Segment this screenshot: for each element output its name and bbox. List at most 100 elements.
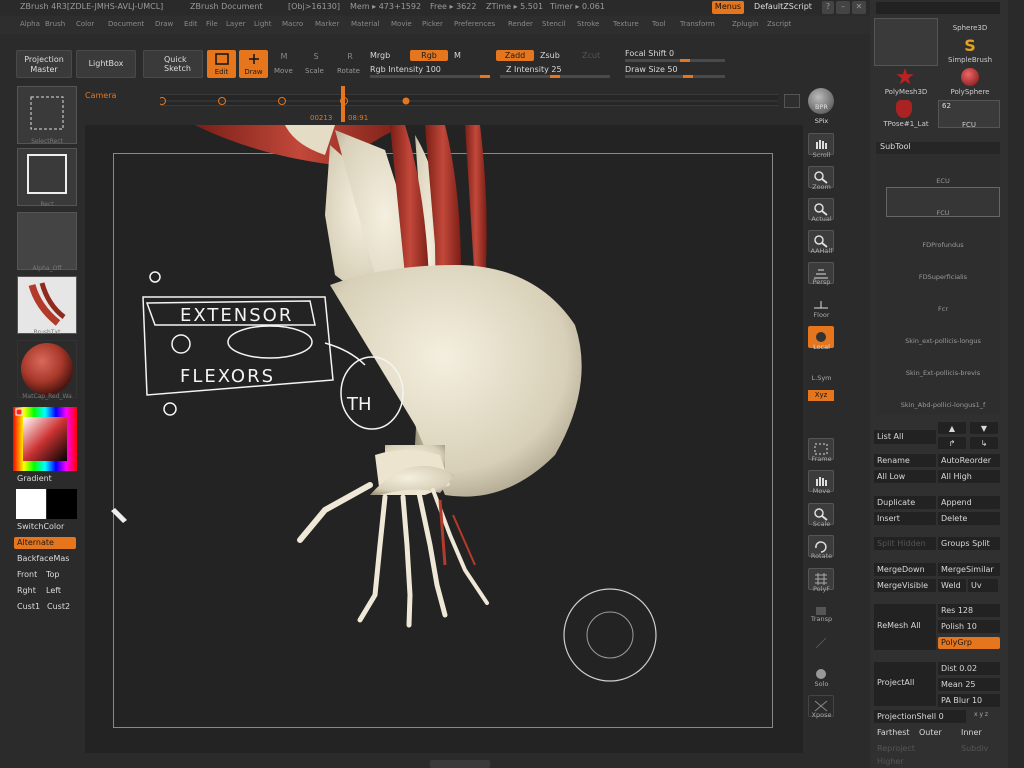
pa-blur-slider[interactable]: PA Blur 10 — [938, 694, 1000, 707]
arrow-up-icon[interactable]: ▲ — [938, 422, 966, 434]
move-icon[interactable]: M — [274, 52, 294, 61]
gradient-label[interactable]: Gradient — [17, 474, 52, 483]
tool-thumb-sphere3d[interactable]: Sphere3D — [940, 24, 1000, 32]
alternate-button[interactable]: Alternate — [14, 537, 76, 549]
dist-slider[interactable]: Dist 0.02 — [938, 662, 1000, 675]
menu-item-texture[interactable]: Texture — [613, 20, 639, 28]
rgb-intensity-slider[interactable] — [370, 75, 490, 78]
menu-item-color[interactable]: Color — [76, 20, 94, 28]
merge-similar-button[interactable]: MergeSimilar — [938, 563, 1000, 576]
menu-item-stencil[interactable]: Stencil — [542, 20, 566, 28]
close-icon[interactable]: ✕ — [852, 1, 866, 14]
scale-button[interactable]: Scale — [305, 67, 324, 75]
custom1-view-button[interactable]: Cust1 — [17, 602, 40, 611]
help-icon[interactable]: ? — [822, 1, 834, 14]
tool-thumb-polymesh3d[interactable]: PolyMesh3D — [874, 88, 938, 96]
subtool-item-fcu[interactable]: FCU — [888, 209, 998, 223]
backface-mask-button[interactable]: BackfaceMas — [17, 554, 69, 563]
menu-item-brush[interactable]: Brush — [45, 20, 65, 28]
project-all-button[interactable]: ProjectAll — [874, 662, 936, 706]
ghost-button[interactable] — [808, 632, 834, 654]
duplicate-button[interactable]: Duplicate — [874, 496, 936, 509]
spix-label[interactable]: SPix — [803, 117, 840, 125]
main-color-swatch[interactable] — [16, 489, 46, 519]
menu-item-material[interactable]: Material — [351, 20, 379, 28]
minimize-icon[interactable]: – — [836, 1, 850, 14]
insert-button[interactable]: Insert — [874, 512, 936, 525]
menu-item-macro[interactable]: Macro — [282, 20, 303, 28]
timeline-track[interactable] — [158, 94, 778, 106]
menu-item-marker[interactable]: Marker — [315, 20, 339, 28]
groups-split-button[interactable]: Groups Split — [938, 537, 1000, 550]
subtool-item-fdprofundus[interactable]: FDProfundus — [888, 241, 998, 255]
xyz-button[interactable]: Xyz — [808, 390, 834, 401]
subtool-item-fcr[interactable]: Fcr — [888, 305, 998, 319]
move-button[interactable]: Move — [274, 67, 293, 75]
split-hidden-button[interactable]: Split Hidden — [874, 537, 936, 550]
brush-texture-thumbnail[interactable] — [17, 276, 77, 334]
material-thumbnail[interactable] — [17, 340, 77, 398]
rotate-icon[interactable]: R — [340, 52, 360, 61]
farthest-button[interactable]: Farthest — [874, 726, 914, 739]
stroke-select-rect-thumbnail[interactable] — [17, 86, 77, 144]
menu-item-picker[interactable]: Picker — [422, 20, 443, 28]
secondary-color-swatch[interactable] — [47, 489, 77, 519]
right-scrollbar[interactable] — [1008, 0, 1024, 768]
focal-shift-slider[interactable] — [625, 59, 725, 62]
arrow-down-icon[interactable]: ▼ — [970, 422, 998, 434]
mrgb-button[interactable]: Mrgb — [370, 51, 390, 60]
color-picker[interactable] — [13, 407, 77, 471]
rgb-button[interactable]: Rgb — [410, 50, 448, 61]
rgb-intensity-slider-label[interactable]: Rgb Intensity 100 — [370, 65, 441, 74]
polygrp-button[interactable]: PolyGrp — [938, 637, 1000, 649]
menu-item-document[interactable]: Document — [108, 20, 144, 28]
all-low-button[interactable]: All Low — [874, 470, 936, 483]
lsym-button[interactable]: L.Sym — [803, 374, 840, 382]
scale-icon[interactable]: S — [306, 52, 326, 61]
m-button[interactable]: M — [454, 51, 461, 60]
menu-item-movie[interactable]: Movie — [391, 20, 412, 28]
menu-item-light[interactable]: Light — [254, 20, 271, 28]
projection-shell-slider[interactable]: ProjectionShell 0 — [874, 710, 966, 723]
timeline-toggle-button[interactable] — [784, 94, 800, 108]
quick-sketch-button[interactable]: Quick Sketch — [143, 50, 203, 78]
menu-item-zscript[interactable]: Zscript — [767, 20, 791, 28]
draw-button[interactable]: Draw — [239, 50, 268, 78]
menu-item-edit[interactable]: Edit — [184, 20, 198, 28]
tool-palette-header[interactable] — [876, 2, 1000, 14]
weld-button[interactable]: Weld — [938, 579, 966, 592]
zcut-button[interactable]: Zcut — [582, 51, 600, 60]
zsub-button[interactable]: Zsub — [540, 51, 560, 60]
delete-button[interactable]: Delete — [938, 512, 1000, 525]
xyz-toggle[interactable]: x y z — [974, 711, 988, 718]
menu-item-tool[interactable]: Tool — [652, 20, 666, 28]
bottom-tray-handle[interactable] — [430, 760, 490, 768]
timeline-playhead[interactable] — [341, 86, 345, 122]
polysphere-icon[interactable] — [961, 68, 979, 86]
menu-item-file[interactable]: File — [206, 20, 218, 28]
menu-item-transform[interactable]: Transform — [680, 20, 715, 28]
menus-button[interactable]: Menus — [712, 1, 744, 14]
switch-color-button[interactable]: SwitchColor — [17, 522, 64, 531]
subtool-item-ecu[interactable]: ECU — [888, 177, 998, 191]
z-intensity-slider-label[interactable]: Z Intensity 25 — [506, 65, 562, 74]
menu-item-alpha[interactable]: Alpha — [20, 20, 40, 28]
menu-item-preferences[interactable]: Preferences — [454, 20, 495, 28]
auto-reorder-button[interactable]: AutoReorder — [938, 454, 1000, 467]
inner-button[interactable]: Inner — [958, 726, 992, 739]
tool-thumb-simplebrush[interactable]: SimpleBrush — [940, 56, 1000, 64]
subdiv-button[interactable]: Subdiv — [958, 742, 998, 755]
focal-shift-slider-label[interactable]: Focal Shift 0 — [625, 49, 674, 58]
all-high-button[interactable]: All High — [938, 470, 1000, 483]
draw-size-slider-label[interactable]: Draw Size 50 — [625, 65, 678, 74]
default-zscript-button[interactable]: DefaultZScript — [748, 1, 818, 14]
draw-size-slider[interactable] — [625, 75, 725, 78]
current-tool-thumbnail[interactable] — [874, 18, 938, 66]
outer-button[interactable]: Outer — [916, 726, 950, 739]
tool-thumb-fcu-box[interactable]: 62 FCU — [938, 100, 1000, 129]
list-all-button[interactable]: List All — [874, 430, 936, 444]
arrow-down-right-icon[interactable]: ↳ — [970, 437, 998, 449]
menu-item-draw[interactable]: Draw — [155, 20, 173, 28]
simplebrush-icon[interactable]: S — [962, 36, 978, 55]
append-button[interactable]: Append — [938, 496, 1000, 509]
